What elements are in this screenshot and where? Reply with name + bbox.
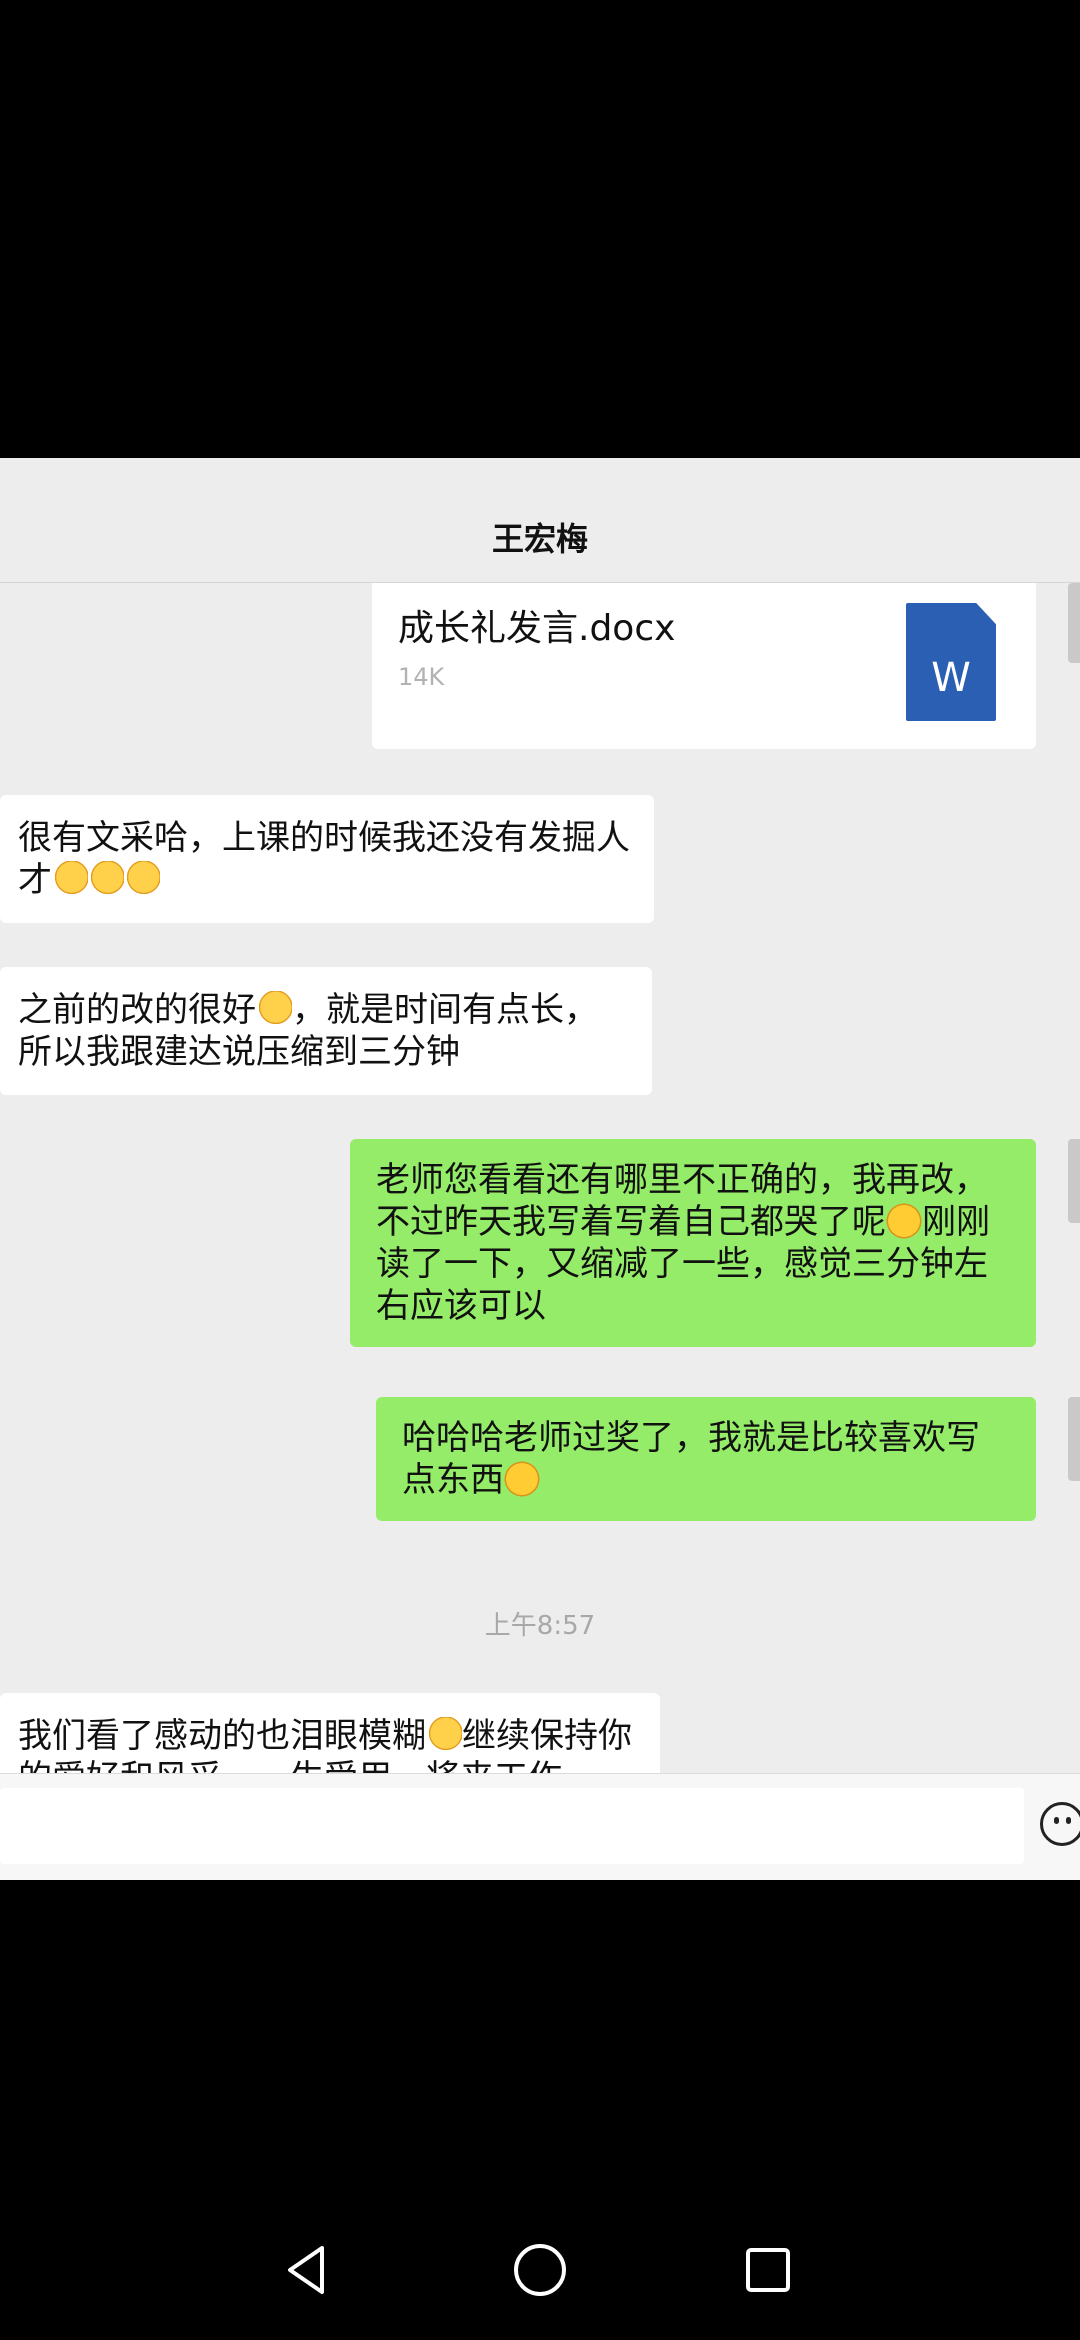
laughing-crying-emoji-icon (886, 1203, 922, 1239)
system-nav-bar (0, 2200, 1080, 2340)
emoji-button-icon[interactable] (1040, 1802, 1080, 1846)
message-bubble-sent[interactable]: 哈哈哈老师过奖了，我就是比较喜欢写点东西 (376, 1397, 1036, 1521)
message-text: 之前的改的很好 (18, 990, 256, 1030)
message-input[interactable] (0, 1788, 1024, 1864)
word-document-icon: W (906, 603, 996, 721)
thumbs-up-icon (256, 991, 292, 1027)
message-text: 我们看了感动的也泪眼模糊 (18, 1716, 426, 1756)
chat-header: 王宏梅 (0, 458, 1080, 583)
message-bubble-received[interactable]: 我们看了感动的也泪眼模糊继续保持你的爱好和风采，一生受用，将来工作 (0, 1693, 660, 1773)
file-size: 14K (398, 663, 445, 691)
chat-screen: 王宏梅 成长礼发言.docx 14K W 很有文采哈，上课的时候我还没有发掘人才… (0, 458, 1080, 1880)
message-bubble-received[interactable]: 很有文采哈，上课的时候我还没有发掘人才 (0, 795, 654, 923)
self-avatar[interactable] (1068, 583, 1080, 663)
self-avatar[interactable] (1068, 1397, 1080, 1481)
thumbs-up-icon (124, 861, 160, 897)
message-bubble-sent[interactable]: 老师您看看还有哪里不正确的，我再改，不过昨天我写着写着自己都哭了呢 刚刚读了一下，… (350, 1139, 1036, 1347)
back-icon[interactable] (276, 2238, 340, 2302)
timestamp: 上午8:57 (484, 1611, 596, 1641)
self-avatar[interactable] (1068, 1139, 1080, 1223)
file-message[interactable]: 成长礼发言.docx 14K W (372, 583, 1036, 749)
input-bar (0, 1773, 1080, 1880)
chat-title: 王宏梅 (491, 520, 588, 558)
thumbs-up-icon (88, 861, 124, 897)
thumbs-up-icon (52, 861, 88, 897)
home-icon[interactable] (508, 2238, 572, 2302)
message-list[interactable]: 成长礼发言.docx 14K W 很有文采哈，上课的时候我还没有发掘人才 之前的… (0, 583, 1080, 1773)
thinking-emoji-icon (504, 1461, 540, 1497)
message-text: 哈哈哈老师过奖了，我就是比较喜欢写点东西 (402, 1418, 980, 1500)
thumbs-up-icon (426, 1717, 462, 1753)
recents-icon[interactable] (736, 2238, 800, 2302)
message-bubble-received[interactable]: 之前的改的很好 ，就是时间有点长，所以我跟建达说压缩到三分钟 (0, 967, 652, 1095)
file-name: 成长礼发言.docx (398, 608, 676, 649)
